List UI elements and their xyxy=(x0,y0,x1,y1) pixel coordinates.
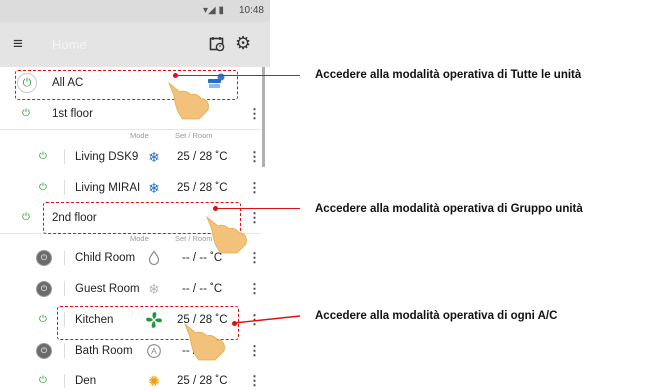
callout-leader-line xyxy=(177,75,300,77)
hamburger-menu-icon[interactable]: ≡ xyxy=(13,35,23,53)
power-toggle[interactable]: ⏻ xyxy=(36,280,52,297)
more-options-icon[interactable]: ⋮ xyxy=(248,373,261,389)
auto-mode-icon: A xyxy=(147,343,161,358)
power-toggle[interactable]: ⏻ xyxy=(36,180,50,195)
unit-name: Guest Room xyxy=(75,282,140,295)
calendar-clock-icon[interactable] xyxy=(209,36,225,52)
unit-row-guest-room[interactable]: ⏻ Guest Room ❄ -- / -- ˚C ⋮ xyxy=(0,273,262,305)
callout-leader-line xyxy=(234,315,301,324)
column-header-mode: Mode xyxy=(130,131,149,140)
status-time: 10:48 xyxy=(238,5,264,16)
column-header-mode: Mode xyxy=(130,234,149,243)
column-header-set-room: Set / Room xyxy=(175,131,213,140)
droplet-dry-icon xyxy=(148,250,160,266)
divider xyxy=(64,251,65,265)
status-bar: ▾◢ ▮ 10:48 xyxy=(0,0,270,22)
callout-unit-group: Accedere alla modalità operativa di Grup… xyxy=(315,203,583,215)
power-toggle-1st-floor[interactable]: ⏻ xyxy=(19,107,33,121)
power-toggle[interactable]: ⏻ xyxy=(36,149,50,164)
unit-name: Living MIRAI xyxy=(75,181,141,194)
divider xyxy=(64,180,65,195)
tap-hand-icon xyxy=(168,81,209,120)
more-options-icon[interactable]: ⋮ xyxy=(248,281,261,297)
more-options-icon[interactable]: ⋮ xyxy=(248,343,261,359)
svg-text:A: A xyxy=(151,346,157,356)
phone-screen: ▾◢ ▮ 10:48 ≡ Home ⚙ ⏻ All AC ⏻ 1st floor… xyxy=(0,0,270,390)
more-options-icon[interactable]: ⋮ xyxy=(248,106,261,122)
power-toggle[interactable]: ⏻ xyxy=(36,250,52,266)
unit-row-living-dsk9[interactable]: ⏻ Living DSK9 ❄ 25 / 28 ˚C ⋮ xyxy=(0,141,262,173)
unit-name: Den xyxy=(75,375,97,387)
divider xyxy=(64,149,65,164)
unit-temperature: 25 / 28 ˚C xyxy=(177,375,228,387)
gear-icon[interactable]: ⚙ xyxy=(235,33,251,53)
callout-all-units: Accedere alla modalità operativa di Tutt… xyxy=(315,69,582,81)
unit-name: Child Room xyxy=(75,252,136,264)
unit-name: Living DSK9 xyxy=(75,150,139,163)
power-toggle[interactable]: ⏻ xyxy=(36,342,52,359)
app-bar: ≡ Home ⚙ xyxy=(0,22,270,67)
unit-row-living-mirai[interactable]: ⏻ Living MIRAI ❄ 25 / 28 ˚C ⋮ xyxy=(0,172,262,204)
divider xyxy=(64,281,65,296)
unit-temperature: -- / -- ˚C xyxy=(182,282,223,295)
unit-name: Bath Room xyxy=(75,344,133,357)
more-options-icon[interactable]: ⋮ xyxy=(248,149,261,165)
tap-hand-icon xyxy=(206,215,247,254)
unit-row-den[interactable]: ⏻ Den ✺ 25 / 28 ˚C ⋮ xyxy=(0,366,262,390)
unit-temperature: 25 / 28 ˚C xyxy=(177,181,228,194)
snowflake-cool-icon: ❄ xyxy=(148,148,160,165)
callout-leader-line xyxy=(217,208,300,210)
divider xyxy=(64,374,65,388)
snowflake-cool-icon: ❄ xyxy=(148,179,160,196)
unit-temperature: 25 / 28 ˚C xyxy=(177,150,228,163)
power-toggle-2nd-floor[interactable]: ⏻ xyxy=(19,211,33,225)
power-toggle[interactable]: ⏻ xyxy=(36,312,50,327)
divider xyxy=(64,343,65,358)
sun-heat-icon: ✺ xyxy=(148,373,160,389)
tap-hand-icon xyxy=(184,322,225,361)
group-row-1st-floor[interactable]: ⏻ 1st floor ⋮ xyxy=(0,99,262,130)
signal-wifi-battery-icon: ▾◢ ▮ xyxy=(203,5,224,16)
more-options-icon[interactable]: ⋮ xyxy=(248,180,261,196)
snowflake-cool-icon: ❄ xyxy=(148,280,160,297)
power-toggle[interactable]: ⏻ xyxy=(36,374,50,388)
app-title: Home xyxy=(52,37,87,52)
callout-each-ac: Accedere alla modalità operativa di ogni… xyxy=(315,310,558,322)
group-name: 1st floor xyxy=(52,108,93,120)
